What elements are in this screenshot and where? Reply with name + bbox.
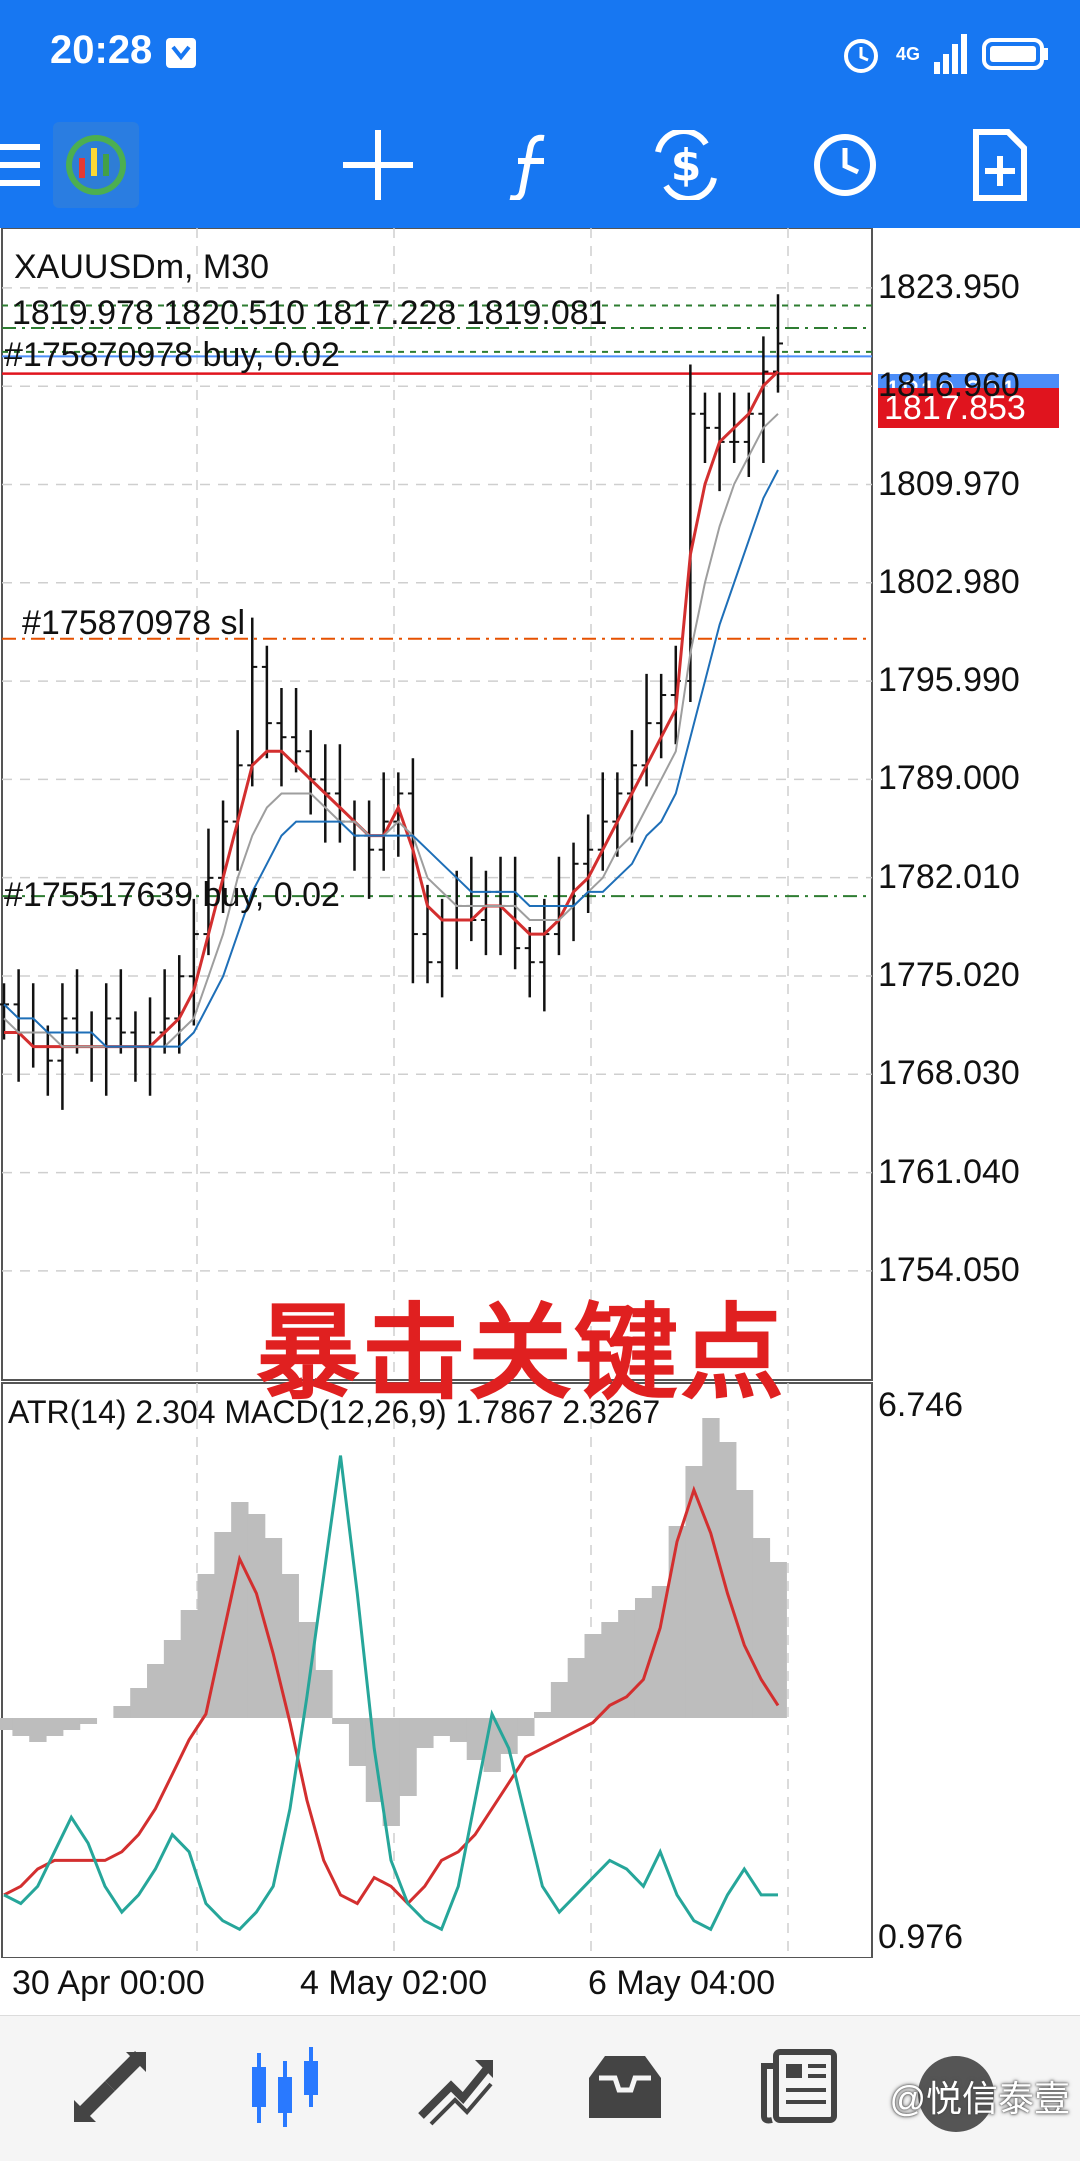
macd-histogram-bar xyxy=(618,1610,636,1718)
alarm-icon xyxy=(843,39,878,73)
y-tick-label: 1816.960 xyxy=(878,366,1020,405)
y-tick-label: 1809.970 xyxy=(878,464,1020,503)
macd-histogram-bar xyxy=(466,1718,485,1760)
macd-histogram-bar xyxy=(214,1532,232,1718)
signal-icon xyxy=(934,34,967,74)
battery-icon xyxy=(982,38,1048,70)
macd-histogram-bar xyxy=(584,1634,602,1718)
news-icon[interactable] xyxy=(745,2036,855,2136)
macd-histogram-bar xyxy=(12,1718,30,1736)
macd-histogram-bar xyxy=(113,1706,131,1718)
x-tick-label: 4 May 02:00 xyxy=(300,1964,488,2002)
macd-histogram-bar xyxy=(399,1718,417,1796)
status-time: 20:28 xyxy=(50,28,153,72)
network-type: 4G xyxy=(895,43,920,64)
macd-histogram-bar xyxy=(332,1718,350,1724)
macd-histogram-bar xyxy=(348,1718,367,1766)
chart-icon[interactable] xyxy=(228,2036,338,2136)
chart-symbol: XAUUSDm, M30 xyxy=(14,248,270,286)
macd-histogram-bar xyxy=(163,1640,182,1718)
y-tick-label: 1761.040 xyxy=(878,1152,1020,1191)
macd-histogram-bar xyxy=(147,1664,165,1718)
trade-nav-icon[interactable] xyxy=(400,2036,510,2136)
y-tick-label: 1754.050 xyxy=(878,1250,1020,1289)
macd-histogram-bar xyxy=(651,1586,670,1718)
chart-ohlc: 1819.978 1820.510 1817.228 1819.081 xyxy=(12,294,608,332)
chart-area[interactable]: XAUUSDm, M30 1819.978 1820.510 1817.228 … xyxy=(0,228,1080,2002)
macd-histogram-bar xyxy=(382,1718,400,1826)
app-logo[interactable] xyxy=(46,115,146,215)
macd-histogram-bar xyxy=(735,1490,754,1718)
macd-histogram-bar xyxy=(719,1442,737,1718)
x-tick-label: 6 May 04:00 xyxy=(588,1964,776,2002)
macd-histogram-bar xyxy=(416,1718,434,1748)
y-tick-label: 1782.010 xyxy=(878,857,1020,896)
macd-histogram-bar xyxy=(29,1718,47,1742)
svg-text:$: $ xyxy=(671,140,702,191)
main-chart-frame xyxy=(1,228,873,1381)
macd-histogram-bar xyxy=(668,1526,686,1718)
macd-histogram-bar xyxy=(130,1688,148,1718)
trade-icon[interactable]: $ xyxy=(636,115,736,215)
macd-histogram-bar xyxy=(550,1682,569,1718)
top-toolbar: $ xyxy=(0,105,1080,228)
crosshair-icon[interactable] xyxy=(328,115,428,215)
indicator-y-tick: 0.976 xyxy=(878,1918,964,1956)
period-clock-icon[interactable] xyxy=(795,115,895,215)
history-icon[interactable] xyxy=(570,2036,680,2136)
moving-average-line xyxy=(3,469,779,1048)
macd-histogram-bar xyxy=(79,1718,98,1724)
shield-icon xyxy=(166,38,196,68)
macd-histogram-bar xyxy=(197,1574,215,1718)
macd-histogram-bar xyxy=(449,1718,468,1742)
y-tick-label: 1775.020 xyxy=(878,955,1020,994)
macd-histogram-bar xyxy=(567,1658,585,1718)
y-tick-label: 1802.980 xyxy=(878,562,1020,601)
quotes-icon[interactable] xyxy=(55,2036,165,2136)
macd-histogram-bar xyxy=(180,1610,198,1718)
indicators-icon[interactable] xyxy=(482,115,582,215)
y-tick-label: 1789.000 xyxy=(878,759,1020,798)
new-order-icon[interactable] xyxy=(950,115,1050,215)
macd-histogram-bar xyxy=(231,1502,249,1718)
status-bar: 20:28 4G xyxy=(0,0,1080,105)
macd-histogram-bar xyxy=(62,1718,81,1730)
indicator-y-tick: 6.746 xyxy=(878,1386,964,1424)
x-tick-label: 30 Apr 00:00 xyxy=(12,1964,205,2002)
macd-histogram-bar xyxy=(46,1718,64,1736)
macd-histogram-bar xyxy=(315,1670,333,1718)
y-tick-label: 1823.950 xyxy=(878,267,1020,306)
macd-histogram-bar xyxy=(702,1418,720,1718)
y-tick-label: 1795.990 xyxy=(878,661,1020,700)
macd-histogram-bar xyxy=(517,1718,535,1736)
y-tick-label: 1768.030 xyxy=(878,1054,1020,1093)
macd-histogram-bar xyxy=(433,1718,451,1736)
macd-histogram-bar xyxy=(0,1718,13,1730)
order-line-label-buy-2[interactable]: #175517639 buy, 0.02 xyxy=(4,876,340,915)
order-line-label-sl[interactable]: #175870978 sl xyxy=(22,604,245,643)
macd-histogram-bar xyxy=(534,1712,552,1718)
indicator-title: ATR(14) 2.304 MACD(12,26,9) 1.7867 2.326… xyxy=(8,1394,661,1430)
order-line-label-buy-1[interactable]: #175870978 buy, 0.02 xyxy=(4,336,340,375)
watermark: @悦信泰壹 xyxy=(889,2078,1070,2119)
